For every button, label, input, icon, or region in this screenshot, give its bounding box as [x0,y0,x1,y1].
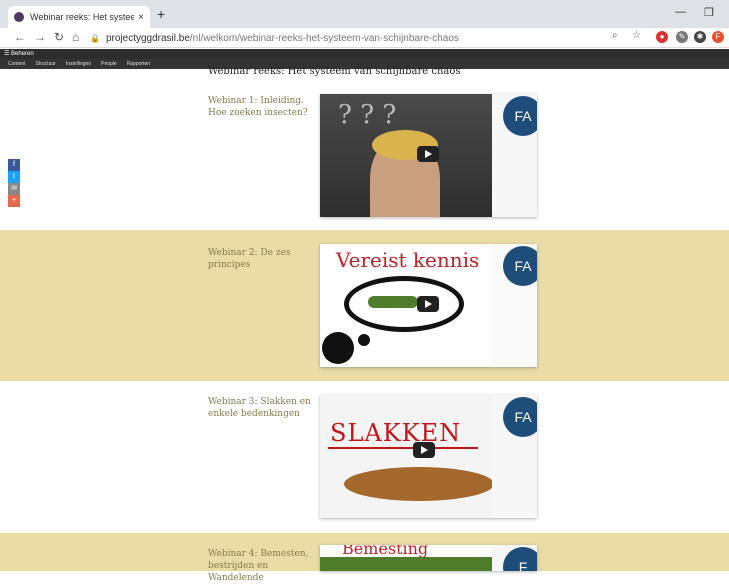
puzzle-icon[interactable]: ✱ [694,31,706,43]
tab-title: Webinar reeks: Het systeem van s [30,12,135,22]
home-icon[interactable]: ⌂ [72,30,79,44]
extension-icon[interactable]: ● [656,31,668,43]
twitter-share-icon[interactable]: t [8,171,20,183]
admin-menu-rapporten[interactable]: Rapporten [127,59,150,69]
admin-menu-people[interactable]: People [101,59,117,69]
webinar-3-video[interactable]: SLAKKEN FA [320,395,537,518]
webinar-3-title[interactable]: Webinar 3: Slakken en enkele bedenkingen [208,396,318,420]
tab-close-icon[interactable]: × [138,12,144,23]
menu-icon[interactable]: ☰ [4,51,11,57]
extension-tool-icon[interactable]: ✎ [676,31,688,43]
webinar-2-title[interactable]: Webinar 2: De zes principes [208,247,318,271]
webinar-2-heading: Vereist kennis [336,248,480,272]
browser-tabbar: Webinar reeks: Het systeem van s × + — ❐ [0,0,729,28]
webinar-4-title[interactable]: Webinar 4: Bemesten, bestrijden en Wande… [208,548,318,584]
webinar-2-avatar: FA [503,246,537,286]
play-icon[interactable] [417,296,439,312]
zoom-icon[interactable]: ⌕ [612,30,618,41]
profile-avatar-icon[interactable]: F [712,31,724,43]
webinar-3-heading: SLAKKEN [330,419,462,447]
play-icon[interactable] [417,146,439,162]
url-domain: projectyggdrasil.be [105,32,190,44]
admin-beheren[interactable]: Beheren [11,51,34,57]
address-bar: ← → ↻ ⌂ 🔒 projectyggdrasil.be /nl/welkom… [0,28,729,48]
email-share-icon[interactable]: ✉ [8,183,20,195]
forward-icon[interactable]: → [34,30,46,44]
reload-icon[interactable]: ↻ [54,30,64,44]
webinar-2-video[interactable]: Vereist kennis FA [320,244,537,367]
minimize-icon[interactable]: — [675,6,686,18]
webinar-3-avatar: FA [503,397,537,437]
site-favicon-icon [14,12,24,22]
webinar-1-avatar: FA [503,96,537,136]
webinar-1-video[interactable]: ? ? ? FA [320,94,537,217]
more-share-icon[interactable]: + [8,195,20,207]
new-tab-button[interactable]: + [157,6,165,22]
bookmark-star-icon[interactable]: ☆ [632,30,641,41]
webinar-1-title[interactable]: Webinar 1: Inleiding. Hoe zoeken insecte… [208,95,318,119]
admin-toolbar: ☰ Beheren [0,49,729,59]
facebook-share-icon[interactable]: f [8,159,20,171]
restore-icon[interactable]: ❐ [704,6,714,19]
webinar-4-video[interactable]: Bemesting F [320,545,537,571]
url-field[interactable]: 🔒 projectyggdrasil.be /nl/welkom/webinar… [90,30,650,46]
webinar-4-avatar: F [503,547,537,571]
back-icon[interactable]: ← [14,30,26,44]
browser-tab[interactable]: Webinar reeks: Het systeem van s × [8,6,150,28]
lock-icon: 🔒 [90,33,100,43]
url-path: /nl/welkom/webinar-reeks-het-systeem-van… [189,32,459,44]
admin-menu-instellingen[interactable]: Instellingen [66,59,91,69]
admin-menu-content[interactable]: Content [8,59,26,69]
play-icon[interactable] [413,442,435,458]
page-title: Webinar reeks: Het systeem van schijnbar… [208,66,461,77]
admin-menu-structuur[interactable]: Structuur [36,59,56,69]
